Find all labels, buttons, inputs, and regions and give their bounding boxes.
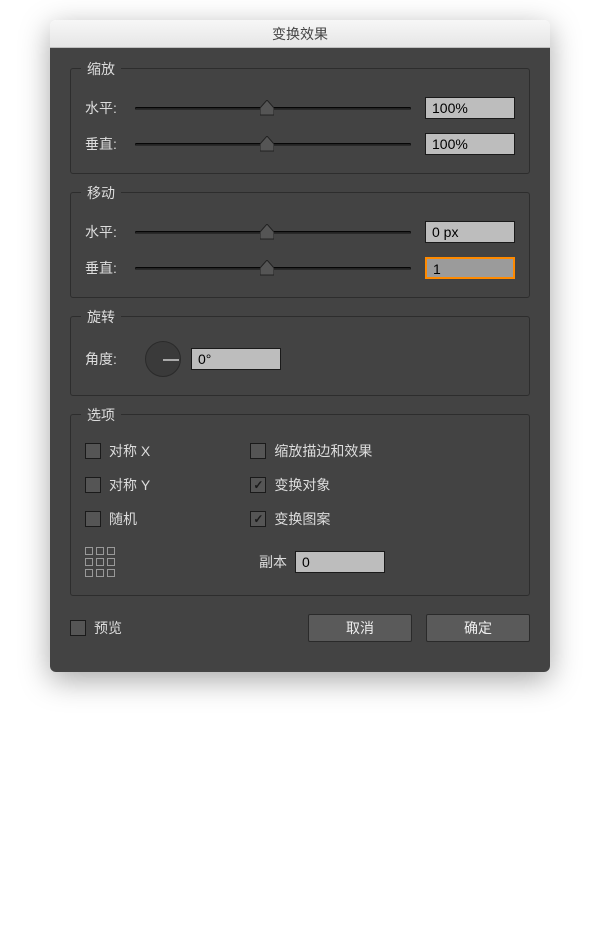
group-scale: 缩放 水平: 100% 垂直: 1	[70, 68, 530, 174]
move-v-slider[interactable]	[135, 259, 411, 277]
move-h-slider[interactable]	[135, 223, 411, 241]
checkbox-icon	[250, 477, 266, 493]
rotate-angle-label: 角度:	[85, 349, 131, 369]
window-title: 变换效果	[272, 24, 328, 44]
checkbox-scale-strokes[interactable]: 缩放描边和效果	[250, 441, 515, 461]
checkbox-icon	[85, 477, 101, 493]
checkbox-icon	[85, 511, 101, 527]
move-v-input[interactable]: 1	[425, 257, 515, 279]
titlebar: 变换效果	[50, 20, 550, 48]
group-scale-title: 缩放	[81, 59, 121, 79]
copies-input[interactable]: 0	[295, 551, 385, 573]
checkbox-transform-objects[interactable]: 变换对象	[250, 475, 515, 495]
scale-h-input[interactable]: 100%	[425, 97, 515, 119]
slider-thumb-icon[interactable]	[260, 224, 274, 240]
scale-h-label: 水平:	[85, 98, 131, 118]
move-h-label: 水平:	[85, 222, 131, 242]
checkbox-label: 缩放描边和效果	[274, 441, 372, 461]
checkbox-reflect-x[interactable]: 对称 X	[85, 441, 250, 461]
slider-thumb-icon[interactable]	[260, 100, 274, 116]
checkbox-icon	[70, 620, 86, 636]
anchor-point-icon[interactable]	[85, 547, 115, 577]
rotate-angle-input[interactable]: 0°	[191, 348, 281, 370]
move-h-input[interactable]: 0 px	[425, 221, 515, 243]
group-options-title: 选项	[81, 405, 121, 425]
group-move-title: 移动	[81, 183, 121, 203]
checkbox-transform-patterns[interactable]: 变换图案	[250, 509, 515, 529]
checkbox-label: 变换对象	[274, 475, 330, 495]
checkbox-random[interactable]: 随机	[85, 509, 250, 529]
group-options: 选项 对称 X 缩放描边和效果 对称 Y 变换对象	[70, 414, 530, 596]
checkbox-preview[interactable]: 预览	[70, 618, 122, 638]
checkbox-label: 变换图案	[274, 509, 330, 529]
scale-v-slider[interactable]	[135, 135, 411, 153]
cancel-button[interactable]: 取消	[308, 614, 412, 642]
group-move: 移动 水平: 0 px 垂直: 1	[70, 192, 530, 298]
scale-v-input[interactable]: 100%	[425, 133, 515, 155]
scale-v-label: 垂直:	[85, 134, 131, 154]
group-rotate: 旋转 角度: 0°	[70, 316, 530, 396]
ok-button[interactable]: 确定	[426, 614, 530, 642]
move-v-label: 垂直:	[85, 258, 131, 278]
checkbox-label: 随机	[109, 509, 137, 529]
dialog-footer: 预览 取消 确定	[70, 614, 530, 642]
checkbox-icon	[250, 443, 266, 459]
checkbox-icon	[250, 511, 266, 527]
checkbox-icon	[85, 443, 101, 459]
scale-h-slider[interactable]	[135, 99, 411, 117]
angle-dial-icon[interactable]	[145, 341, 181, 377]
checkbox-label: 对称 Y	[109, 475, 150, 495]
copies-label: 副本	[259, 552, 287, 572]
group-rotate-title: 旋转	[81, 307, 121, 327]
slider-thumb-icon[interactable]	[260, 136, 274, 152]
checkbox-label: 对称 X	[109, 441, 150, 461]
transform-effect-dialog: 变换效果 缩放 水平: 100% 垂直:	[50, 20, 550, 672]
slider-thumb-icon[interactable]	[260, 260, 274, 276]
checkbox-label: 预览	[94, 618, 122, 638]
checkbox-reflect-y[interactable]: 对称 Y	[85, 475, 250, 495]
